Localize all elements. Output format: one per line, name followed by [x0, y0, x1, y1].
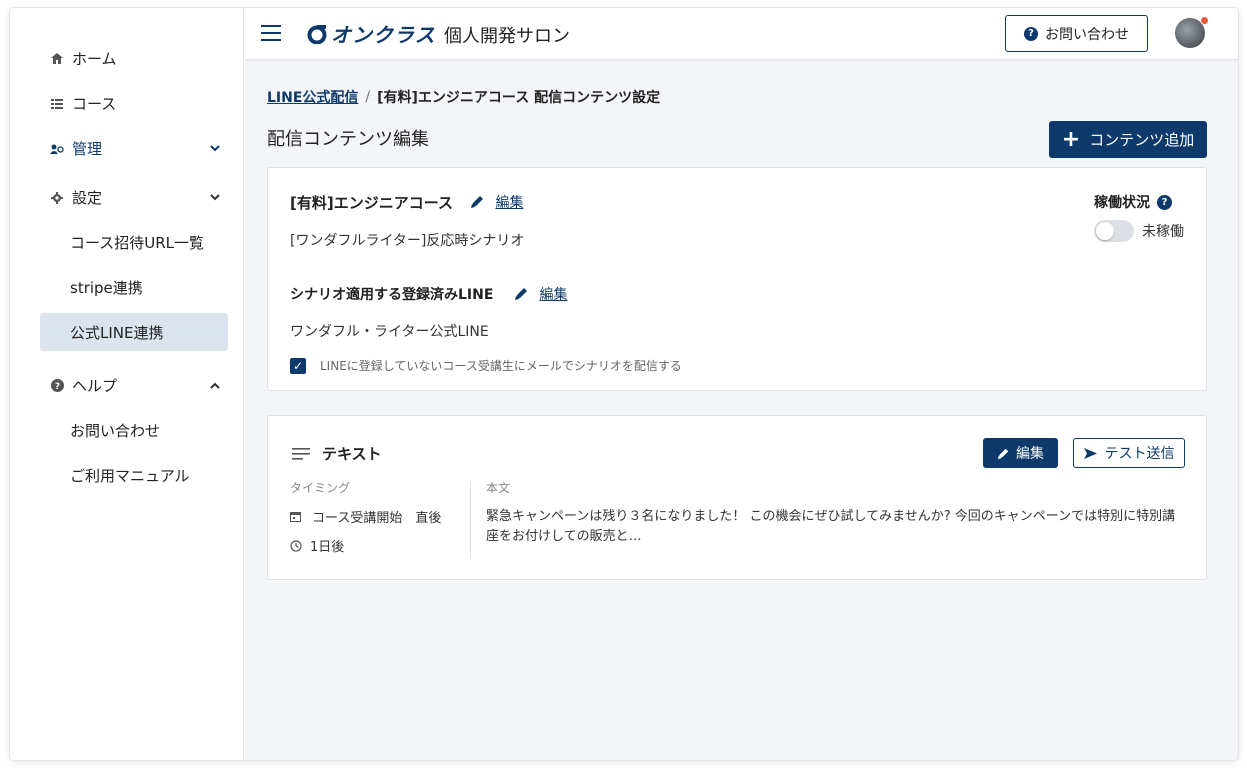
text-lines-icon	[292, 447, 310, 460]
sidebar-item-label: ヘルプ	[72, 377, 118, 395]
pencil-icon	[471, 196, 483, 208]
breadcrumb-link[interactable]: LINE公式配信	[267, 87, 358, 107]
sidebar-item-manage[interactable]: 管理	[48, 138, 228, 159]
email-fallback-option: ✓ LINEに登録していないコース受講生にメールでシナリオを配信する	[290, 357, 682, 374]
timing-label: タイミング	[290, 481, 351, 495]
sidebar-subitem-label: stripe連携	[70, 278, 143, 297]
body-label: 本文	[486, 481, 511, 495]
plus-icon: +	[1061, 126, 1081, 152]
hamburger-menu-icon[interactable]	[261, 23, 281, 43]
sidebar-subitem-label: 公式LINE連携	[70, 323, 164, 342]
sidebar-item-settings[interactable]: 設定	[48, 187, 228, 208]
sidebar-subitem-label: お問い合わせ	[70, 421, 161, 440]
question-icon: ?	[48, 379, 66, 392]
add-content-button[interactable]: + コンテンツ追加	[1049, 121, 1207, 158]
home-icon	[48, 53, 66, 64]
content-card: テキスト 編集 テスト送信 タイミング コース受講開始 直後 1日後 本文 緊急…	[267, 415, 1207, 580]
scenario-name: [ワンダフルライター]反応時シナリオ	[290, 233, 525, 249]
chevron-up-icon	[210, 379, 220, 392]
email-fallback-checkbox[interactable]: ✓	[290, 357, 306, 374]
timing-trigger-text: コース受講開始 直後	[312, 511, 442, 526]
sidebar-subitem-invite-url[interactable]: コース招待URL一覧	[40, 223, 228, 261]
scenario-card: [有料]エンジニアコース 編集 [ワンダフルライター]反応時シナリオ 稼働状況 …	[267, 167, 1207, 391]
body-text: 緊急キャンペーンは残り３名になりました！ この機会にぜひ試してみませんか? 今回…	[486, 507, 1186, 547]
sidebar-subitem-stripe[interactable]: stripe連携	[40, 268, 228, 306]
breadcrumb-separator: /	[365, 89, 371, 105]
line-edit-link[interactable]: 編集	[514, 284, 567, 304]
sidebar-subitem-label: ご利用マニュアル	[70, 466, 190, 485]
line-edit-label: 編集	[539, 287, 568, 303]
status-toggle[interactable]	[1094, 220, 1134, 242]
content-edit-label: 編集	[1016, 446, 1044, 462]
pencil-icon	[997, 448, 1009, 459]
timing-delay: 1日後	[290, 536, 344, 555]
sidebar-item-course[interactable]: コース	[48, 93, 116, 114]
sidebar-item-help[interactable]: ? ヘルプ	[48, 375, 228, 396]
add-content-label: コンテンツ追加	[1089, 131, 1195, 149]
content-type-heading: テキスト	[292, 443, 382, 464]
body-text-line: 緊急キャンペーンは残り３名になりました！ この機会にぜひ試してみませんか? 今回…	[486, 509, 1176, 524]
sidebar-subitem-manual[interactable]: ご利用マニュアル	[40, 456, 228, 494]
contact-button[interactable]: ? お問い合わせ	[1005, 15, 1148, 52]
course-edit-link[interactable]: 編集	[470, 192, 523, 212]
content-edit-button[interactable]: 編集	[983, 438, 1058, 468]
logo-mark-icon	[307, 24, 327, 44]
list-icon	[48, 98, 66, 109]
clock-icon	[290, 539, 302, 552]
body-text-line: 座をお付けしての販売と…	[486, 529, 642, 544]
pencil-icon	[515, 288, 527, 300]
line-heading: シナリオ適用する登録済みLINE	[290, 287, 494, 303]
app-window: ホーム コース 管理 設定 コース招待URL一覧 stripe連携 公式LINE…	[10, 8, 1238, 760]
sidebar-item-label: ホーム	[72, 50, 117, 68]
contact-button-label: お問い合わせ	[1045, 26, 1129, 43]
site-title: 個人開発サロン	[444, 26, 570, 47]
gear-icon	[48, 191, 66, 204]
sidebar-item-label: コース	[72, 95, 117, 113]
status-value: 未稼働	[1142, 224, 1184, 240]
status-heading: 稼働状況 ?	[1094, 192, 1172, 212]
timing-trigger: コース受講開始 直後	[290, 507, 441, 526]
page-title: 配信コンテンツ編集	[267, 129, 429, 150]
column-divider	[470, 482, 471, 558]
logo-text: オンクラス	[331, 23, 436, 47]
test-send-button[interactable]: テスト送信	[1073, 438, 1185, 468]
chevron-down-icon	[210, 142, 220, 155]
timing-delay-text: 1日後	[310, 540, 345, 555]
question-icon: ?	[1024, 26, 1038, 41]
line-name: ワンダフル・ライター公式LINE	[290, 324, 489, 340]
top-bar: オンクラス 個人開発サロン ? お問い合わせ	[245, 8, 1238, 60]
sidebar-item-home[interactable]: ホーム	[48, 48, 117, 69]
sidebar: ホーム コース 管理 設定 コース招待URL一覧 stripe連携 公式LINE…	[10, 8, 244, 760]
breadcrumb: LINE公式配信 / [有料]エンジニアコース 配信コンテンツ設定	[267, 87, 660, 107]
course-name: [有料]エンジニアコース	[290, 194, 453, 212]
question-icon[interactable]: ?	[1157, 194, 1172, 210]
course-edit-label: 編集	[495, 195, 524, 211]
calendar-icon	[290, 512, 301, 522]
sidebar-subitem-contact[interactable]: お問い合わせ	[40, 411, 228, 449]
test-send-label: テスト送信	[1104, 446, 1175, 462]
main-area: オンクラス 個人開発サロン ? お問い合わせ LINE公式配信 / [有料]エン…	[245, 8, 1238, 760]
sidebar-subitem-label: コース招待URL一覧	[70, 233, 205, 252]
breadcrumb-current: [有料]エンジニアコース 配信コンテンツ設定	[377, 90, 661, 106]
svg-text:?: ?	[54, 382, 59, 392]
logo[interactable]: オンクラス	[307, 19, 436, 48]
sidebar-subitem-line[interactable]: 公式LINE連携	[40, 313, 228, 351]
status-toggle-row: 未稼働	[1094, 220, 1184, 242]
sidebar-item-label: 管理	[72, 140, 103, 158]
users-icon	[48, 144, 66, 154]
send-icon	[1083, 447, 1097, 459]
notification-dot	[1200, 16, 1209, 25]
content-type-label: テキスト	[322, 445, 382, 463]
email-fallback-label: LINEに登録していないコース受講生にメールでシナリオを配信する	[320, 359, 682, 373]
status-label: 稼働状況	[1094, 195, 1150, 211]
sidebar-item-label: 設定	[72, 189, 103, 207]
chevron-down-icon	[210, 191, 220, 204]
